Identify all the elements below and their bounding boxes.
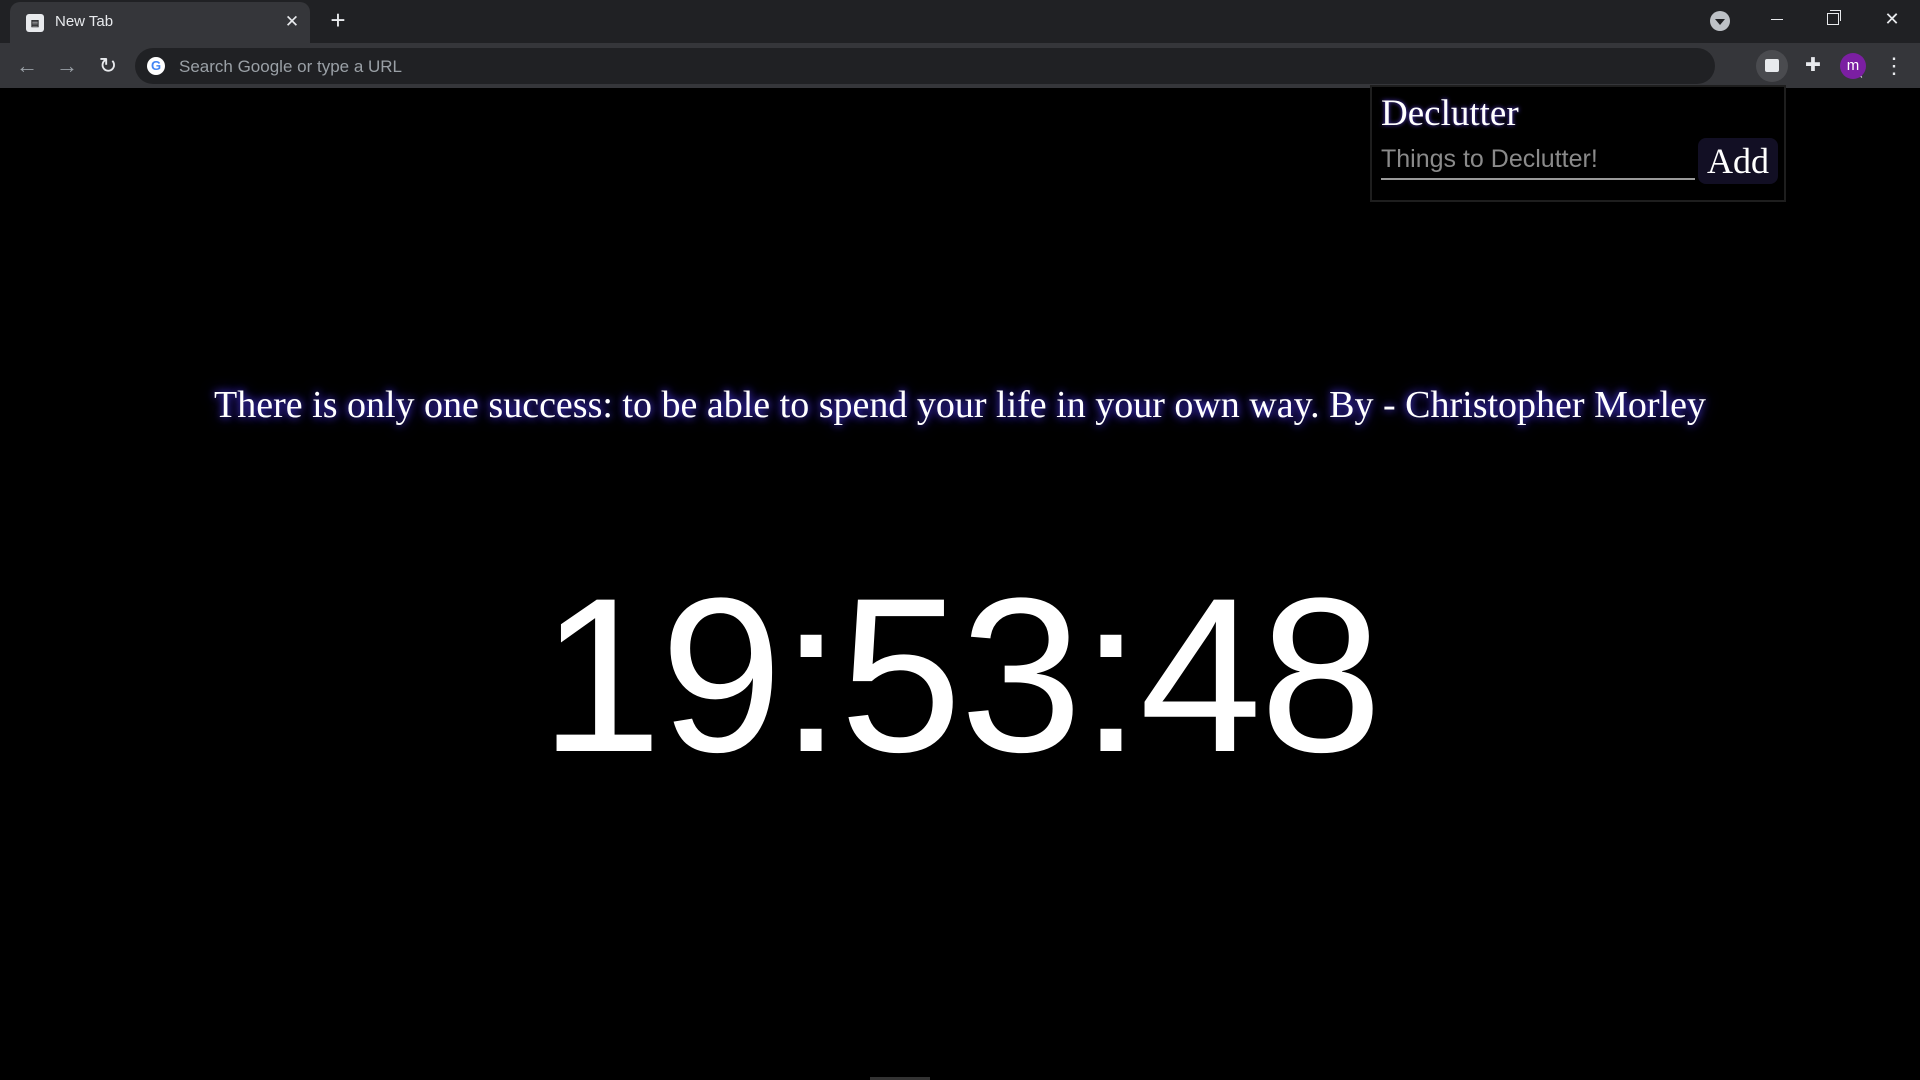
minimize-icon bbox=[1771, 19, 1783, 20]
clock-hours: 19 bbox=[539, 552, 783, 798]
clock-separator: : bbox=[780, 552, 842, 798]
tab-title: New Tab bbox=[55, 13, 114, 30]
tab-new-tab[interactable]: ▤ New Tab ✕ bbox=[10, 2, 310, 43]
extensions-puzzle-icon[interactable]: ✚ bbox=[1797, 50, 1829, 82]
restore-icon bbox=[1827, 13, 1839, 25]
back-arrow-icon[interactable]: ← bbox=[11, 50, 43, 82]
omnibox[interactable]: G ☆ bbox=[135, 48, 1867, 86]
forward-arrow-icon[interactable]: → bbox=[51, 50, 83, 82]
google-icon: G bbox=[147, 57, 165, 75]
window-close-button[interactable]: ✕ bbox=[1864, 0, 1920, 38]
restore-button[interactable] bbox=[1805, 0, 1861, 38]
clock-separator: : bbox=[1080, 552, 1141, 798]
profile-avatar[interactable]: m bbox=[1840, 53, 1866, 79]
google-icon-glyph: G bbox=[150, 58, 162, 73]
declutter-favicon-icon: ▤ bbox=[26, 14, 44, 32]
declutter-popup: Declutter Add bbox=[1370, 85, 1786, 202]
clock-seconds: 48 bbox=[1139, 552, 1382, 798]
add-button[interactable]: Add bbox=[1698, 138, 1778, 184]
reload-icon[interactable]: ↻ bbox=[92, 50, 124, 82]
clock: 19:53:48 bbox=[0, 565, 1920, 785]
clock-minutes: 53 bbox=[839, 552, 1083, 798]
declutter-extension-icon[interactable] bbox=[1756, 50, 1788, 82]
menu-kebab-icon[interactable]: ⋮ bbox=[1879, 50, 1909, 82]
address-bar-input[interactable] bbox=[177, 48, 1661, 86]
tab-strip: ▤ New Tab ✕ + ✕ bbox=[0, 0, 1920, 43]
new-tab-button[interactable]: + bbox=[324, 6, 352, 34]
minimize-button[interactable] bbox=[1749, 0, 1805, 38]
tab-search-icon[interactable] bbox=[1710, 11, 1730, 31]
popup-title: Declutter bbox=[1381, 93, 1519, 134]
quote-text: There is only one success: to be able to… bbox=[214, 384, 1706, 426]
browser-toolbar: ← → ↻ G ☆ ✚ m ⋮ bbox=[0, 43, 1920, 88]
tab-close-icon[interactable]: ✕ bbox=[280, 10, 304, 34]
declutter-item-input[interactable] bbox=[1381, 140, 1695, 180]
